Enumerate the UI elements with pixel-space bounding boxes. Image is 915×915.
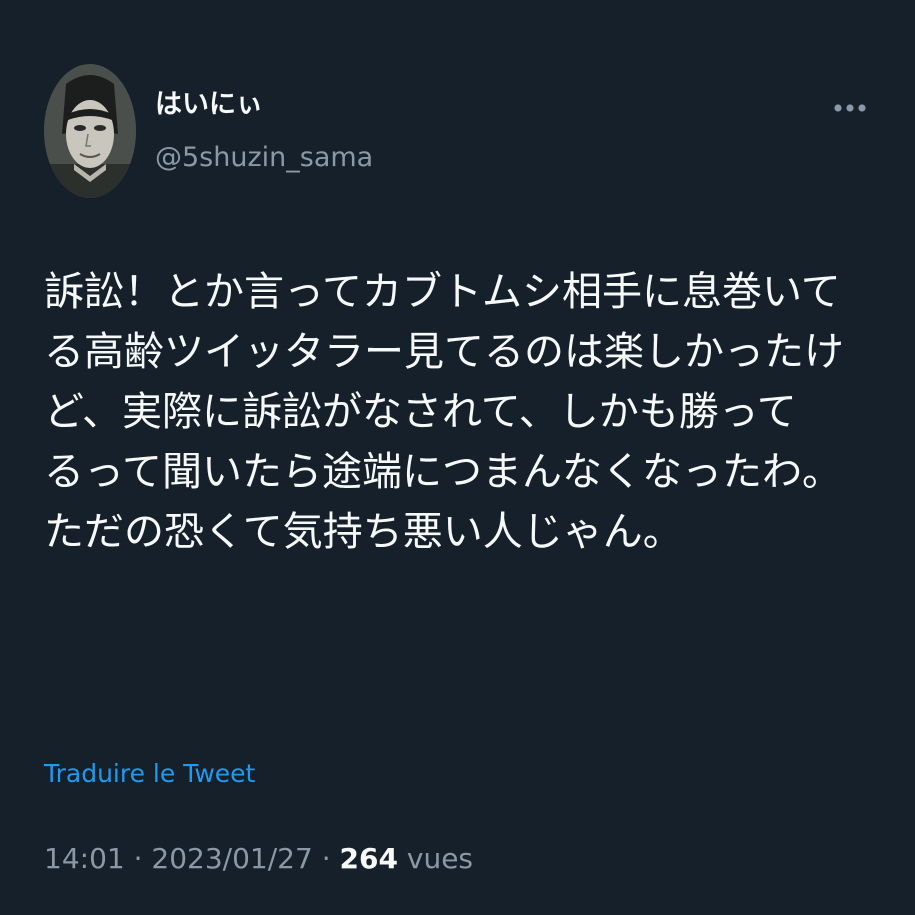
views-count: 264 [339,842,398,875]
tweet-card: はいにぃ @5shuzin_sama 訴訟！とか言ってカブトムシ相手に息巻いて … [0,0,915,915]
tweet-date[interactable]: 2023/01/27 [151,842,312,875]
tweet-metadata: 14:01 · 2023/01/27 · 264 vues [44,840,473,878]
translate-tweet-link[interactable]: Traduire le Tweet [44,757,255,791]
author-handle[interactable]: @5shuzin_sama [155,140,373,176]
tweet-text-line: る高齢ツイッタラー見てるのは楽しかったけ [44,329,844,375]
anime-character-avatar-icon [44,64,136,198]
tweet-text-line: ただの恐くて気持ち悪い人じゃん。 [44,509,683,555]
more-dots-icon [834,104,866,112]
meta-separator: · [321,842,331,875]
tweet-text-line: 訴訟！とか言ってカブトムシ相手に息巻いて [44,269,841,315]
meta-separator: · [133,842,143,875]
tweet-text-line: ど、実際に訴訟がなされて、しかも勝って [44,389,797,435]
tweet-text: 訴訟！とか言ってカブトムシ相手に息巻いて る高齢ツイッタラー見てるのは楽しかった… [44,262,874,562]
tweet-time[interactable]: 14:01 [44,842,125,875]
views-label: vues [406,842,474,875]
avatar[interactable] [44,64,136,198]
tweet-text-line: るって聞いたら途端につまんなくなったわ。 [44,449,842,495]
author-display-name[interactable]: はいにぃ [155,88,263,122]
more-options-button[interactable] [826,88,874,128]
